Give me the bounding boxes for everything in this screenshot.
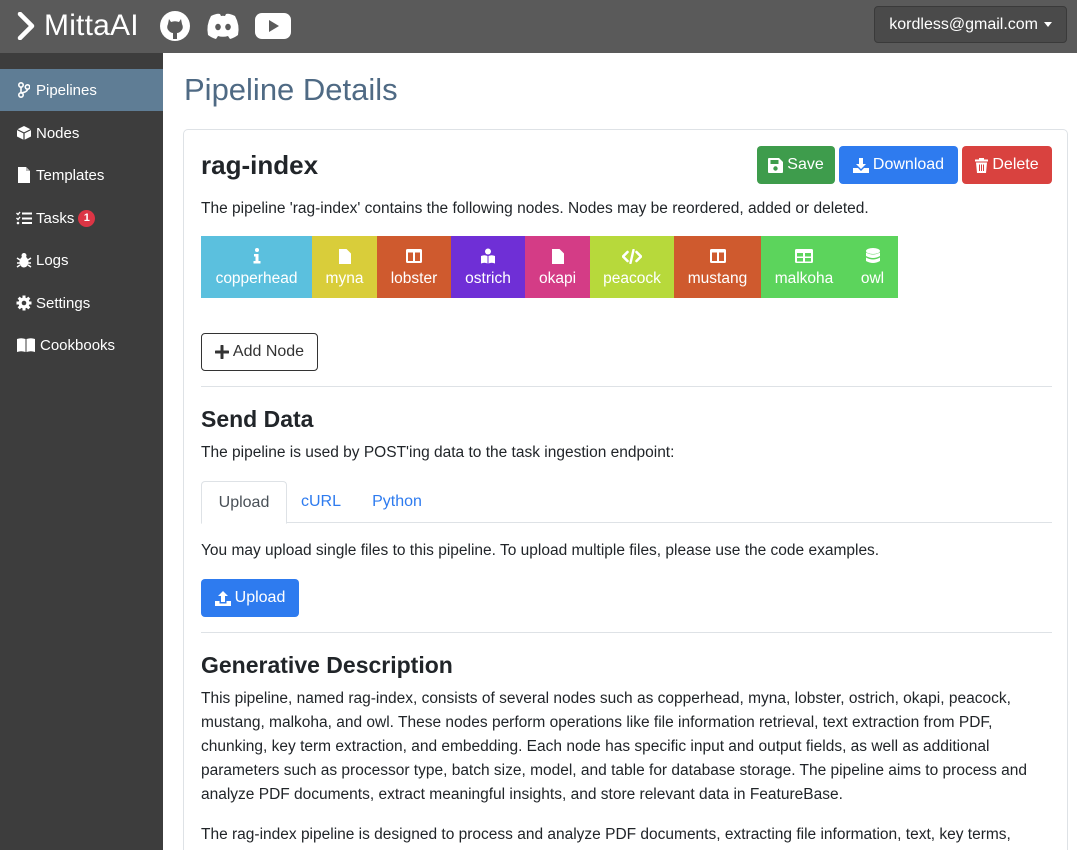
node-peacock[interactable]: peacock <box>590 236 674 298</box>
upload-label: Upload <box>234 589 286 606</box>
sidebar-item-label: Pipelines <box>36 81 97 99</box>
save-button[interactable]: Save <box>757 146 835 184</box>
upload-button[interactable]: Upload <box>201 579 299 617</box>
download-label: Download <box>872 156 945 173</box>
node-label: mustang <box>687 270 748 287</box>
generative-description-paragraph: This pipeline, named rag-index, consists… <box>201 690 1027 803</box>
pipeline-description: The pipeline 'rag-index' contains the fo… <box>201 200 869 217</box>
sidebar-item-nodes[interactable]: Nodes <box>0 112 163 154</box>
sidebar-item-label: Settings <box>36 294 91 312</box>
node-label: myna <box>325 270 364 287</box>
sidebar-item-label: Tasks <box>36 209 75 227</box>
upload-icon <box>214 590 231 606</box>
send-data-intro: The pipeline is used by POST'ing data to… <box>201 444 675 461</box>
task-list-icon <box>16 211 32 225</box>
plus-icon <box>214 345 229 359</box>
node-label: malkoha <box>774 270 834 287</box>
download-button[interactable]: Download <box>839 146 958 184</box>
cube-icon <box>16 125 32 141</box>
sidebar-item-label: Cookbooks <box>40 336 116 354</box>
divider <box>201 386 1052 387</box>
database-icon <box>865 246 880 266</box>
file-icon <box>551 246 564 266</box>
file-icon <box>338 246 351 266</box>
file-icon <box>16 167 32 183</box>
node-copperhead[interactable]: copperhead <box>201 236 312 298</box>
sidebar-item-pipelines[interactable]: Pipelines <box>0 69 163 111</box>
page-title: Pipeline Details <box>184 72 398 107</box>
save-icon <box>768 157 784 173</box>
node-label: copperhead <box>215 270 298 287</box>
delete-button[interactable]: Delete <box>962 146 1052 184</box>
divider <box>201 632 1052 633</box>
top-navbar: MittaAI kordless@gmail.com <box>0 0 1077 53</box>
delete-label: Delete <box>992 156 1039 173</box>
brand-name: MittaAI <box>44 9 139 42</box>
trash-icon <box>975 157 989 173</box>
upload-instructions: You may upload single files to this pipe… <box>201 542 880 559</box>
bug-icon <box>16 252 32 268</box>
sidebar-item-label: Nodes <box>36 124 80 142</box>
github-icon[interactable] <box>159 10 191 42</box>
send-data-heading: Send Data <box>201 406 314 432</box>
save-label: Save <box>787 156 824 173</box>
tab-python[interactable]: Python <box>355 481 439 523</box>
node-malkoha[interactable]: malkoha <box>761 236 847 298</box>
sidebar-item-label: Logs <box>36 251 69 269</box>
node-label: peacock <box>603 270 661 287</box>
sidebar-item-label: Templates <box>36 166 105 184</box>
tab-curl[interactable]: cURL <box>287 481 355 523</box>
code-icon <box>622 246 642 266</box>
sidebar-item-logs[interactable]: Logs <box>0 239 163 281</box>
pipeline-name: rag-index <box>201 150 319 180</box>
branch-icon <box>16 82 32 98</box>
node-ostrich[interactable]: ostrich <box>451 236 525 298</box>
sidebar: Pipelines Nodes Templates Tasks 1 Logs S… <box>0 53 163 850</box>
generative-description-paragraph: The rag-index pipeline is designed to pr… <box>201 826 1011 843</box>
add-node-button[interactable]: Add Node <box>201 333 318 371</box>
book-icon <box>16 337 36 353</box>
discord-icon[interactable] <box>205 12 241 40</box>
node-label: okapi <box>538 270 577 287</box>
columns-icon <box>406 246 422 266</box>
user-menu-button[interactable]: kordless@gmail.com <box>874 6 1067 43</box>
node-okapi[interactable]: okapi <box>525 236 590 298</box>
tab-upload[interactable]: Upload <box>201 481 287 524</box>
download-icon <box>852 157 869 173</box>
pipeline-card: rag-index Save Download Delete The pipel… <box>183 129 1068 850</box>
node-myna[interactable]: myna <box>312 236 377 298</box>
node-label: owl <box>860 270 885 287</box>
table-icon <box>795 246 813 266</box>
info-icon <box>253 246 261 266</box>
sidebar-item-settings[interactable]: Settings <box>0 282 163 324</box>
sidebar-item-tasks[interactable]: Tasks 1 <box>0 197 163 239</box>
user-book-icon <box>480 246 496 266</box>
node-label: lobster <box>390 270 438 287</box>
node-owl[interactable]: owl <box>847 236 898 298</box>
send-data-tabs: Upload cURL Python <box>201 481 1052 524</box>
caret-down-icon <box>1044 22 1052 27</box>
generative-description-heading: Generative Description <box>201 652 453 678</box>
tasks-count-badge: 1 <box>78 209 96 227</box>
sidebar-item-templates[interactable]: Templates <box>0 154 163 196</box>
sidebar-item-cookbooks[interactable]: Cookbooks <box>0 324 163 366</box>
brand[interactable]: MittaAI <box>16 6 291 46</box>
node-mustang[interactable]: mustang <box>674 236 761 298</box>
gear-icon <box>16 295 32 311</box>
add-node-label: Add Node <box>232 343 305 360</box>
node-lobster[interactable]: lobster <box>377 236 451 298</box>
node-label: ostrich <box>465 270 511 287</box>
chevron-right-icon <box>17 12 35 40</box>
youtube-icon[interactable] <box>254 13 291 39</box>
user-email: kordless@gmail.com <box>889 15 1038 33</box>
node-list: copperhead myna lobster ostrich okapi pe… <box>201 236 898 298</box>
columns-icon <box>709 246 726 266</box>
